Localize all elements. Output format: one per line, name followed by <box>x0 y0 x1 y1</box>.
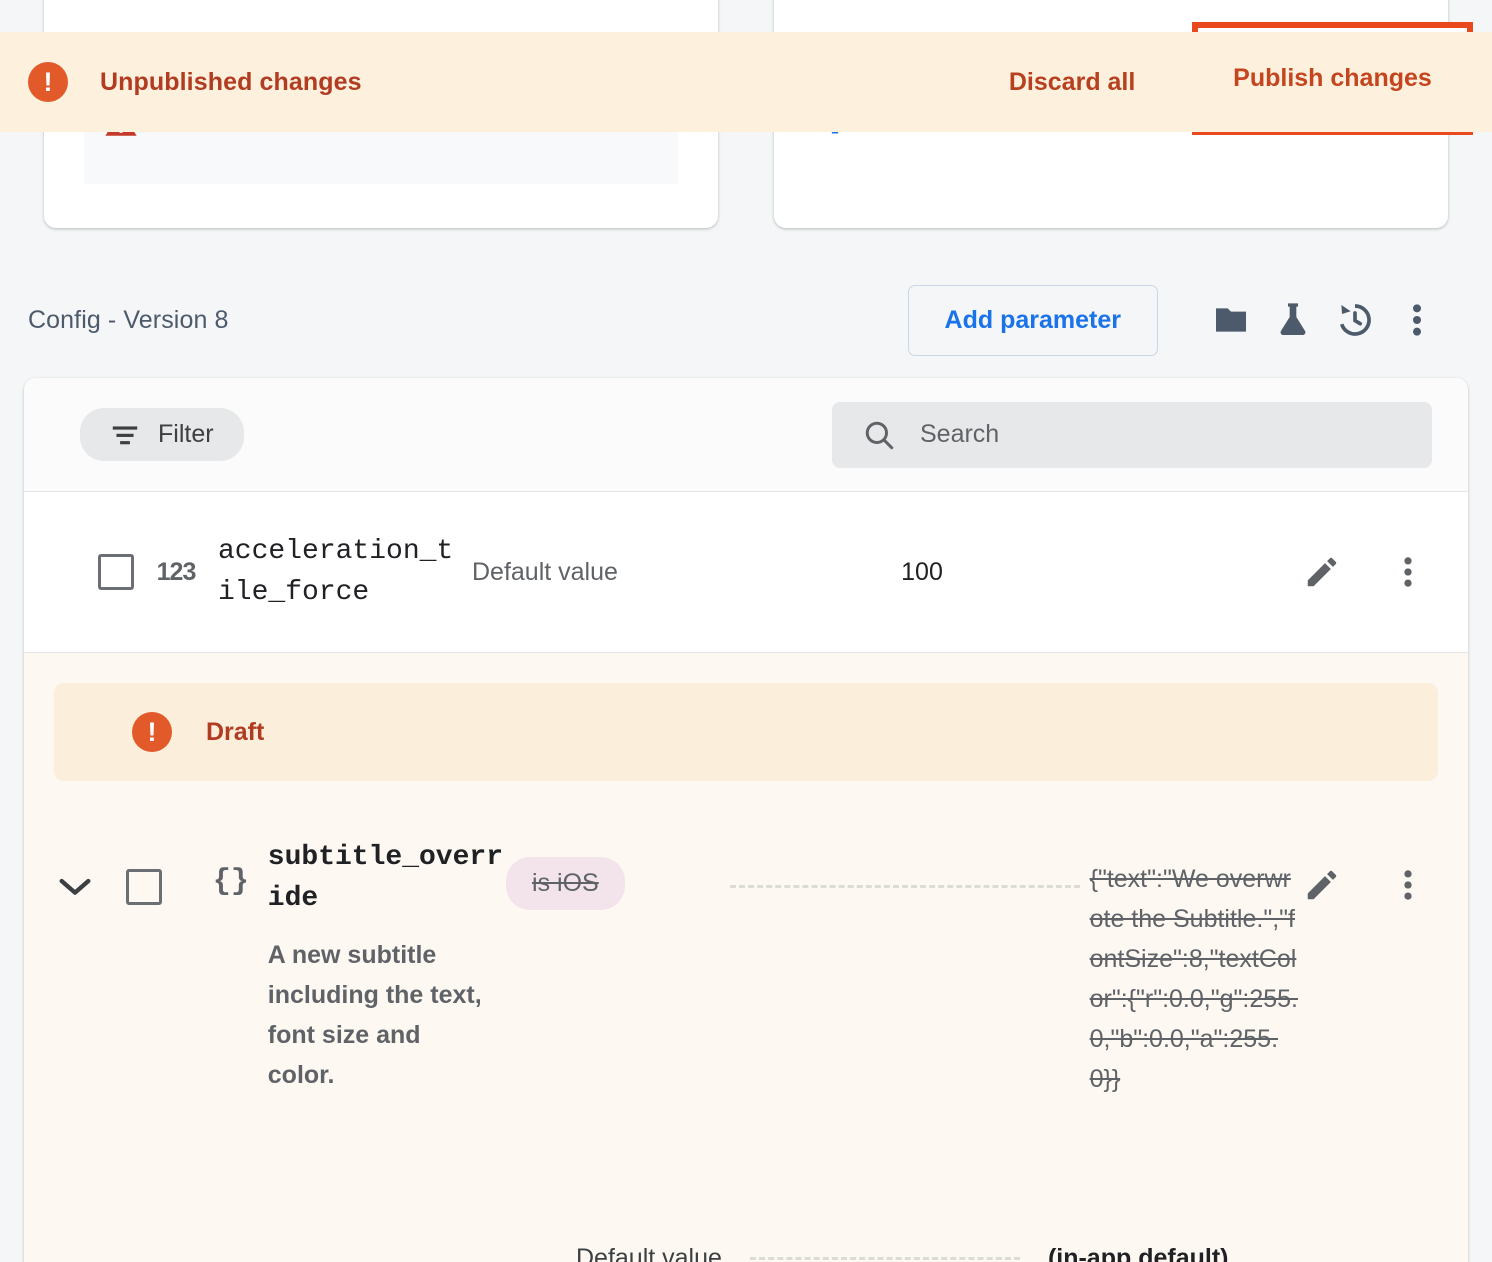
parameter-value-cell: 100 <box>728 558 1248 587</box>
parameter-name-cell: subtitle_override A new subtitle includi… <box>268 837 506 1099</box>
condition-connector <box>720 837 1089 1099</box>
table-row[interactable]: {} subtitle_override A new subtitle incl… <box>24 781 1468 1099</box>
banner-title: Unpublished changes <box>100 68 362 97</box>
publish-changes-button[interactable]: Publish changes <box>1192 22 1473 135</box>
search-input[interactable]: Search <box>832 402 1432 468</box>
parameter-condition-cell: is iOS <box>506 837 720 1099</box>
draft-group: ! Draft {} subtitle_override A new sub <box>24 653 1468 1262</box>
default-value: (in-app default) <box>1048 1244 1229 1262</box>
dashed-line <box>730 885 1080 888</box>
parameter-value-cell: {"text":"We overwrote the Subtitle.","fo… <box>1090 837 1302 1099</box>
table-row[interactable]: 123 acceleration_tile_force Default valu… <box>24 492 1468 653</box>
folder-icon[interactable] <box>1200 289 1262 351</box>
alert-circle-icon: ! <box>28 62 68 102</box>
row-checkbox-cell <box>24 554 134 590</box>
pencil-icon[interactable] <box>1302 865 1342 905</box>
dashed-line <box>750 1257 1020 1260</box>
parameter-name: subtitle_override <box>268 837 506 919</box>
search-placeholder: Search <box>920 420 999 449</box>
parameter-name: acceleration_tile_force <box>218 531 464 613</box>
table-toolbar: Filter Search <box>24 378 1468 492</box>
row-actions <box>1248 552 1468 592</box>
row-checkbox-cell <box>126 837 194 1099</box>
pencil-icon[interactable] <box>1302 552 1342 592</box>
json-type-icon: {} <box>213 865 249 1099</box>
parameters-table: Filter Search 123 acceleration_tile_forc… <box>24 378 1468 1262</box>
parameter-condition-cell: Default value <box>464 558 728 587</box>
number-type-icon: 123 <box>157 558 196 587</box>
parameter-value: {"text":"We overwrote the Subtitle.","fo… <box>1090 859 1302 1099</box>
history-icon[interactable] <box>1324 289 1386 351</box>
draft-label: Draft <box>206 718 264 747</box>
config-header: Config - Version 8 Add parameter <box>0 272 1492 368</box>
alert-circle-icon: ! <box>132 712 172 752</box>
chevron-down-icon[interactable] <box>55 873 95 899</box>
parameter-type-cell: {} <box>194 837 268 1099</box>
row-actions <box>1302 837 1468 1099</box>
row-checkbox[interactable] <box>126 869 162 905</box>
default-value-label: Default value <box>576 1244 722 1262</box>
row-checkbox[interactable] <box>98 554 134 590</box>
condition-chip[interactable]: is iOS <box>506 857 625 910</box>
flask-icon[interactable] <box>1262 289 1324 351</box>
draft-badge: ! Draft <box>54 683 1438 781</box>
filter-button[interactable]: Filter <box>80 408 244 461</box>
parameter-type-cell: 123 <box>134 558 218 587</box>
condition-label: Default value <box>472 558 618 586</box>
remote-config-page: Make sure your app is set up correctly L… <box>0 0 1492 1262</box>
default-value-row: Default value (in-app default) <box>24 1244 1468 1262</box>
more-vert-icon[interactable] <box>1388 865 1428 905</box>
parameter-description: A new subtitle including the text, font … <box>268 935 493 1095</box>
more-vert-icon[interactable] <box>1386 289 1448 351</box>
search-icon <box>862 418 896 452</box>
parameter-value: 100 <box>901 558 943 587</box>
expand-cell <box>24 837 126 1099</box>
filter-icon <box>110 424 140 446</box>
config-toolbar: Add parameter <box>908 285 1448 356</box>
filter-label: Filter <box>158 420 214 449</box>
more-vert-icon[interactable] <box>1388 552 1428 592</box>
page-title: Config - Version 8 <box>28 306 229 335</box>
add-parameter-button[interactable]: Add parameter <box>908 285 1158 356</box>
discard-all-button[interactable]: Discard all <box>975 50 1169 115</box>
